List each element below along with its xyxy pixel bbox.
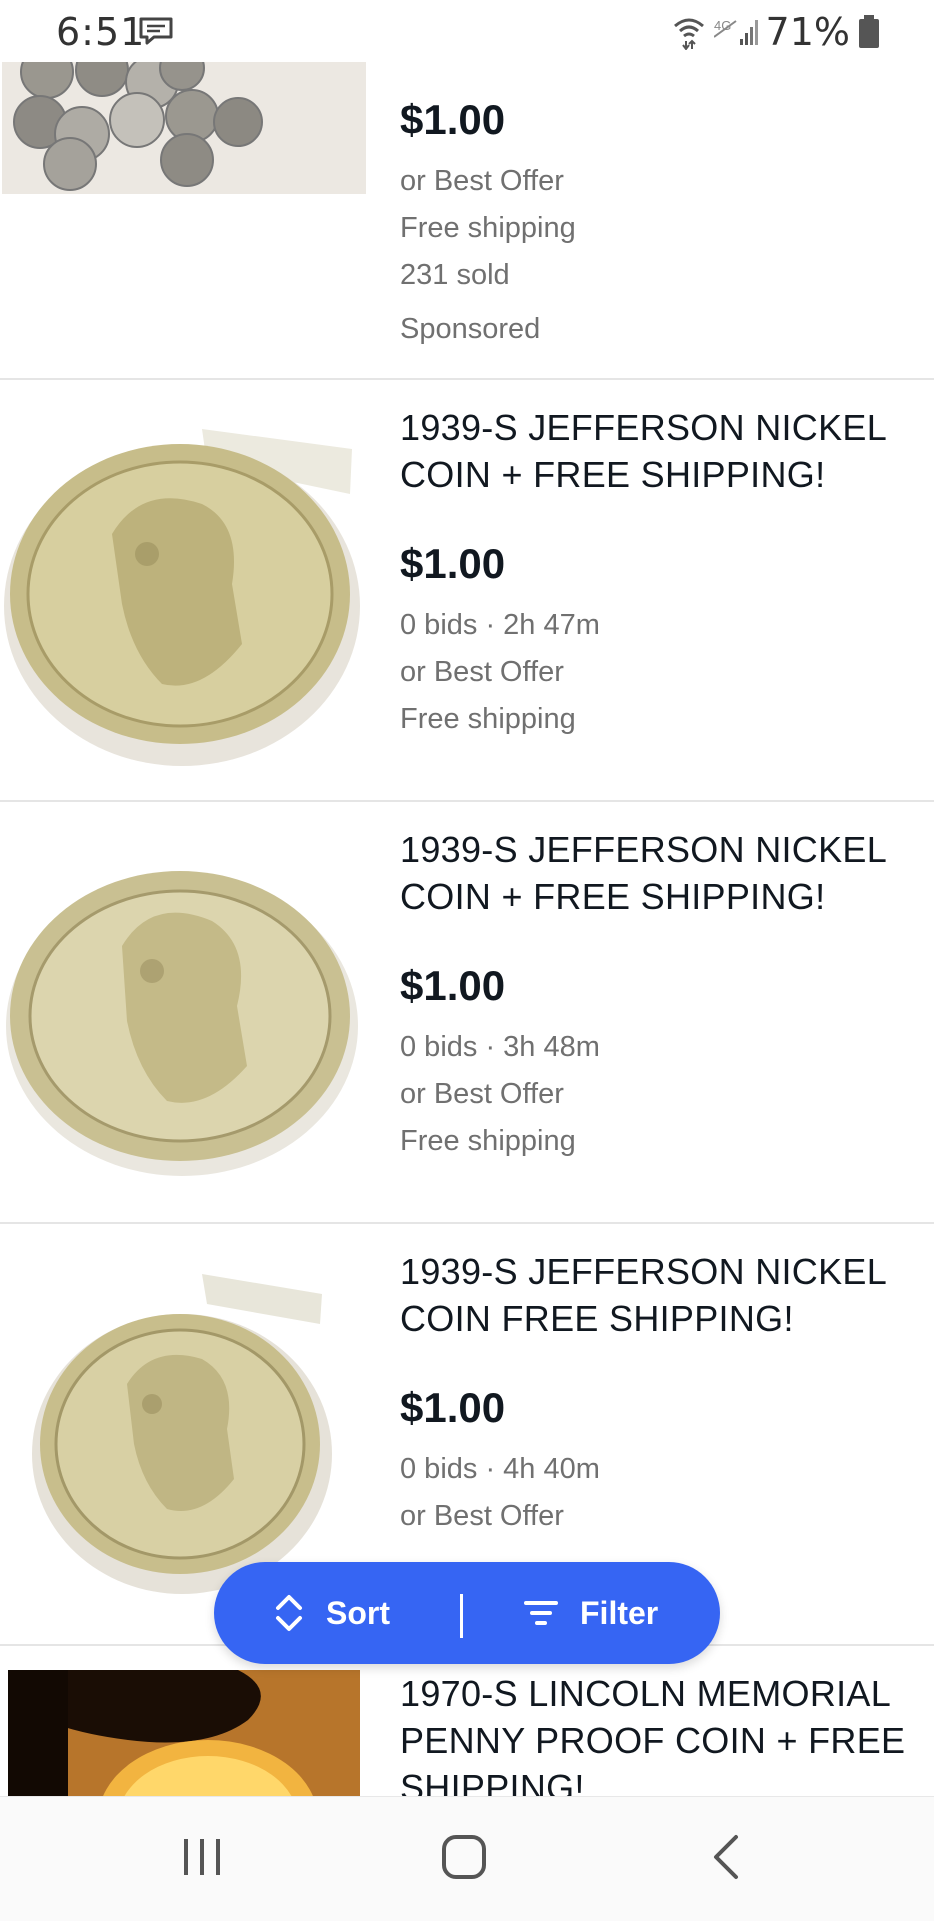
filter-button[interactable]: Filter <box>524 1562 658 1664</box>
listing-info: 1939-S JEFFERSON NICKEL COIN FREE SHIPPI… <box>400 1248 914 1540</box>
listing-price: $1.00 <box>400 540 506 587</box>
listing-info: 1939-S JEFFERSON NICKEL COIN + FREE SHIP… <box>400 404 914 743</box>
list-item[interactable]: 1970-S LINCOLN MEMORIAL PENNY PROOF COIN… <box>0 1646 934 1808</box>
navigation-bar <box>0 1796 934 1921</box>
listing-meta: or Best Offer <box>400 656 564 688</box>
nickel-coin-image <box>2 404 366 774</box>
listing-price: $1.00 <box>400 962 506 1009</box>
filter-icon <box>524 1601 558 1625</box>
message-icon <box>139 17 173 45</box>
listing-thumbnail[interactable] <box>2 826 366 1196</box>
listing-meta: or Best Offer <box>400 1078 564 1110</box>
sort-button[interactable]: Sort <box>274 1562 390 1664</box>
coins-pile-image <box>2 62 366 194</box>
listing-price: $1.00 <box>400 1384 506 1431</box>
status-icons: 4G 71% <box>672 10 880 54</box>
status-bar: 6:51 4G 71% <box>0 0 934 62</box>
listing-info: 1939-S JEFFERSON NICKEL COIN + FREE SHIP… <box>400 826 914 1165</box>
recents-icon[interactable] <box>180 1833 224 1881</box>
listing-meta: or Best Offer <box>400 1500 564 1532</box>
listing-meta: Free shipping <box>400 1125 576 1157</box>
back-icon[interactable] <box>708 1833 744 1881</box>
list-item[interactable]: 1939-S JEFFERSON NICKEL COIN + FREE SHIP… <box>0 380 934 802</box>
nickel-coin-image <box>2 826 366 1196</box>
listing-meta: 0 bids · 2h 47m <box>400 609 600 641</box>
listing-meta: Free shipping <box>400 212 576 244</box>
listing-thumbnail[interactable] <box>2 62 366 194</box>
sort-label: Sort <box>326 1594 390 1631</box>
listing-meta: Free shipping <box>400 703 576 735</box>
listing-meta: 231 sold <box>400 259 510 291</box>
battery-icon <box>859 15 879 48</box>
signal-icon: 4G <box>713 18 758 45</box>
list-item[interactable]: 1939-S JEFFERSON NICKEL COIN + FREE SHIP… <box>0 802 934 1224</box>
sort-arrows-icon <box>276 1595 302 1631</box>
sort-filter-bar: Sort Filter <box>214 1562 720 1664</box>
battery-percent: 71% <box>765 10 850 54</box>
listing-meta: 0 bids · 4h 40m <box>400 1453 600 1485</box>
pill-divider <box>460 1594 463 1638</box>
listing-meta: 0 bids · 3h 48m <box>400 1031 600 1063</box>
listing-title[interactable]: 1970-S LINCOLN MEMORIAL PENNY PROOF COIN… <box>400 1670 914 1811</box>
listing-title[interactable]: 1939-S JEFFERSON NICKEL COIN + FREE SHIP… <box>400 404 914 498</box>
listing-price: $1.00 <box>400 96 506 143</box>
listing-thumbnail[interactable] <box>8 1670 360 1796</box>
listing-thumbnail[interactable] <box>2 404 366 774</box>
filter-label: Filter <box>580 1594 659 1631</box>
home-icon[interactable] <box>440 1833 488 1881</box>
status-time: 6:51 <box>56 10 146 54</box>
penny-coin-image <box>8 1670 360 1796</box>
listing-meta: or Best Offer <box>400 165 564 197</box>
sponsored-label: Sponsored <box>400 313 541 345</box>
listing-title[interactable]: 1939-S JEFFERSON NICKEL COIN + FREE SHIP… <box>400 826 914 920</box>
wifi-icon <box>673 18 704 50</box>
listing-info: 1970-S LINCOLN MEMORIAL PENNY PROOF COIN… <box>400 1670 914 1811</box>
listing-info: $1.00 or Best Offer Free shipping 231 so… <box>400 96 914 346</box>
listing-title[interactable]: 1939-S JEFFERSON NICKEL COIN FREE SHIPPI… <box>400 1248 914 1342</box>
